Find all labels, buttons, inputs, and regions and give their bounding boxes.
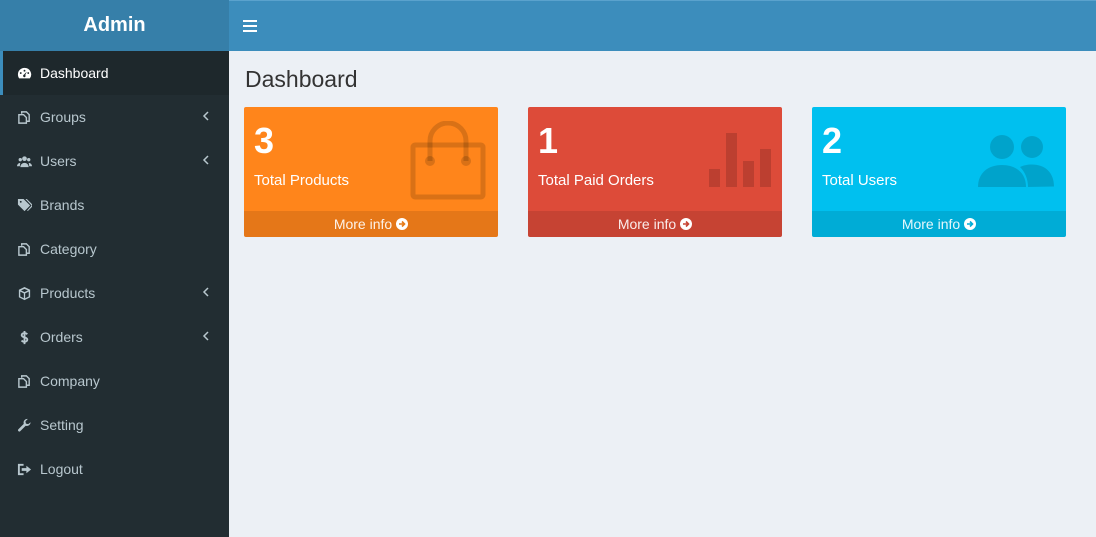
stat-box-products: 3 Total Products More info bbox=[244, 107, 498, 237]
chevron-left-icon bbox=[202, 287, 209, 297]
stat-title: Total Products bbox=[254, 172, 350, 189]
sidebar-item-label: Products bbox=[40, 285, 96, 301]
sidebar-item-company[interactable]: Company bbox=[0, 359, 229, 403]
chevron-left-icon bbox=[202, 331, 209, 341]
dashboard-icon bbox=[17, 67, 32, 79]
stat-title: Total Users bbox=[822, 172, 898, 189]
stat-title: Total Paid Orders bbox=[538, 172, 654, 189]
sidebar-item-label: Brands bbox=[40, 197, 85, 213]
arrow-circle-right-icon bbox=[396, 218, 409, 230]
sidebar-item-dashboard[interactable]: Dashboard bbox=[0, 51, 229, 95]
cube-icon bbox=[18, 286, 31, 301]
sidebar-item-label: Setting bbox=[40, 417, 84, 433]
more-info-link[interactable]: More info bbox=[244, 211, 498, 237]
tags-icon bbox=[17, 198, 32, 212]
hamburger-menu-icon[interactable] bbox=[243, 18, 257, 34]
sidebar-item-orders[interactable]: Orders bbox=[0, 315, 229, 359]
more-info-link[interactable]: More info bbox=[812, 211, 1066, 237]
sidebar-item-label: Company bbox=[40, 373, 100, 389]
sidebar-item-groups[interactable]: Groups bbox=[0, 95, 229, 139]
sidebar: Dashboard Groups Users Brands Category P… bbox=[0, 51, 229, 537]
copy-icon bbox=[18, 243, 30, 256]
more-info-label: More info bbox=[333, 216, 393, 232]
stat-box-orders: 1 Total Paid Orders More info bbox=[528, 107, 782, 237]
copy-icon bbox=[18, 111, 30, 124]
sidebar-item-logout[interactable]: Logout bbox=[0, 447, 229, 491]
shopping-bag-icon bbox=[410, 121, 486, 200]
top-navbar bbox=[229, 0, 1096, 51]
stat-box-users: 2 Total Users More info bbox=[812, 107, 1066, 237]
more-info-label: More info bbox=[617, 216, 677, 232]
users-icon bbox=[17, 156, 32, 168]
sidebar-item-label: Logout bbox=[40, 461, 83, 477]
wrench-icon bbox=[18, 418, 31, 432]
arrow-circle-right-icon bbox=[964, 218, 977, 230]
arrow-circle-right-icon bbox=[680, 218, 693, 230]
sign-out-icon bbox=[17, 463, 32, 476]
sidebar-item-label: Category bbox=[40, 241, 97, 257]
sidebar-item-products[interactable]: Products bbox=[0, 271, 229, 315]
sidebar-item-label: Orders bbox=[40, 329, 83, 345]
sidebar-item-users[interactable]: Users bbox=[0, 139, 229, 183]
sidebar-item-label: Dashboard bbox=[40, 65, 109, 81]
chevron-left-icon bbox=[202, 111, 209, 121]
brand-logo[interactable]: Admin bbox=[0, 0, 229, 51]
more-info-label: More info bbox=[901, 216, 961, 232]
chevron-left-icon bbox=[202, 155, 209, 165]
sidebar-item-setting[interactable]: Setting bbox=[0, 403, 229, 447]
page-title: Dashboard bbox=[245, 66, 358, 92]
sidebar-item-label: Users bbox=[40, 153, 77, 169]
stat-count: 1 bbox=[538, 120, 559, 161]
sidebar-item-brands[interactable]: Brands bbox=[0, 183, 229, 227]
more-info-link[interactable]: More info bbox=[528, 211, 782, 237]
users-icon bbox=[978, 135, 1054, 187]
bar-chart-icon bbox=[709, 133, 771, 187]
sidebar-item-category[interactable]: Category bbox=[0, 227, 229, 271]
stat-count: 3 bbox=[254, 120, 275, 161]
sidebar-item-label: Groups bbox=[40, 109, 86, 125]
stat-count: 2 bbox=[822, 120, 843, 161]
dollar-icon bbox=[20, 330, 29, 345]
copy-icon bbox=[18, 375, 30, 388]
